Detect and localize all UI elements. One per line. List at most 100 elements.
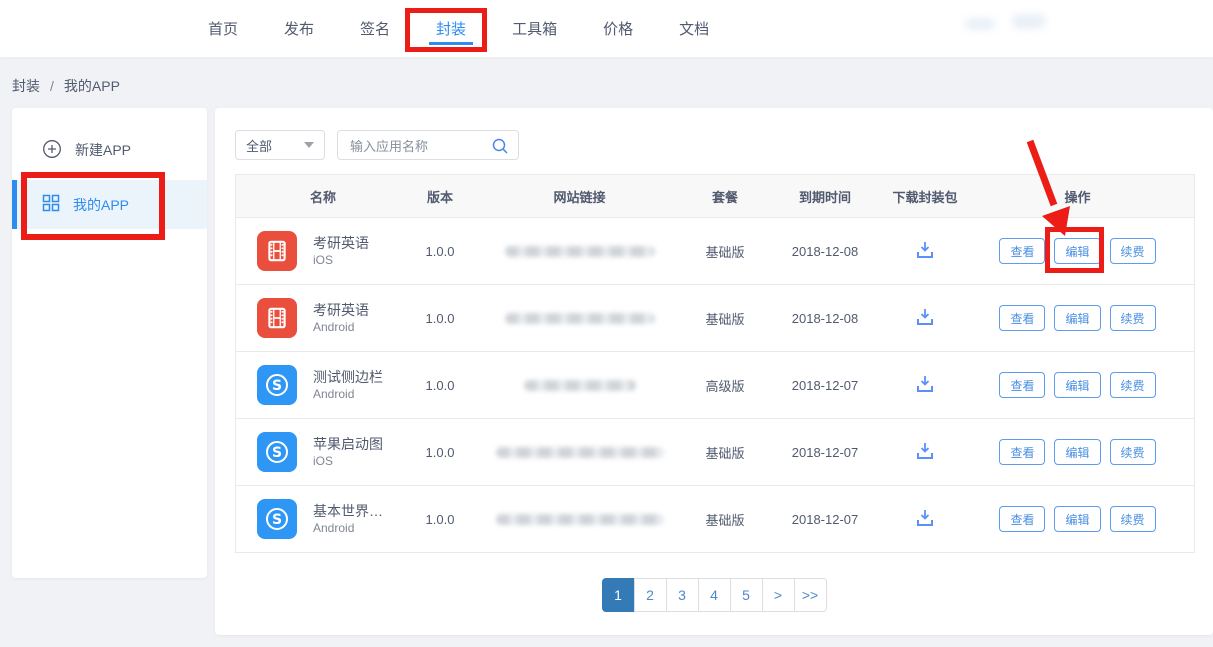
breadcrumb-section[interactable]: 封装 [12, 76, 40, 96]
app-platform: Android [313, 520, 383, 536]
table-row: S 苹果启动图 iOS 1.0.0 基础版 2018-12-07 查看 编辑 续… [236, 419, 1194, 486]
app-version: 1.0.0 [410, 244, 470, 259]
search-box [337, 130, 519, 160]
app-version: 1.0.0 [410, 311, 470, 326]
nav-tab-docs[interactable]: 文档 [679, 0, 709, 57]
app-name: 考研英语 [313, 301, 369, 319]
s-logo-icon: S [257, 499, 297, 539]
column-header: 操作 [961, 187, 1194, 206]
download-button[interactable] [913, 306, 937, 331]
breadcrumb: 封装 / 我的APP [12, 76, 120, 96]
download-button[interactable] [913, 373, 937, 398]
page-button-1[interactable]: 1 [602, 578, 635, 612]
svg-text:S: S [272, 445, 282, 461]
sidebar-item-label: 我的APP [73, 195, 129, 215]
view-button[interactable]: 查看 [999, 372, 1045, 398]
filter-dropdown[interactable]: 全部 [235, 130, 325, 160]
app-platform: iOS [313, 252, 369, 268]
app-platform: Android [313, 319, 369, 335]
blurred-user-info [965, 18, 995, 30]
app-version: 1.0.0 [410, 445, 470, 460]
grid-icon [42, 194, 60, 215]
column-header: 到期时间 [761, 187, 889, 206]
app-plan: 基础版 [689, 443, 761, 462]
app-name: 基本世界… [313, 502, 383, 520]
plus-circle-icon [42, 139, 62, 162]
app-expiry: 2018-12-07 [761, 445, 889, 460]
renew-button[interactable]: 续费 [1110, 506, 1156, 532]
renew-button[interactable]: 续费 [1110, 439, 1156, 465]
app-platform: Android [313, 386, 383, 402]
app-expiry: 2018-12-08 [761, 244, 889, 259]
table-row: 考研英语 iOS 1.0.0 基础版 2018-12-08 查看 编辑 续费 [236, 218, 1194, 285]
apps-table: 名称 版本 网站链接 套餐 到期时间 下载封装包 操作 [235, 174, 1195, 553]
column-header: 套餐 [689, 187, 761, 206]
table-row: S 基本世界… Android 1.0.0 基础版 2018-12-07 查看 … [236, 486, 1194, 552]
view-button[interactable]: 查看 [999, 439, 1045, 465]
nav-tabs: 首页 发布 签名 封装 工具箱 价格 文档 [208, 0, 709, 57]
app-expiry: 2018-12-07 [761, 512, 889, 527]
page-button-4[interactable]: 4 [698, 578, 731, 612]
sidebar-item-my-app[interactable]: 我的APP [12, 180, 207, 229]
column-header: 网站链接 [470, 187, 689, 206]
nav-tab-toolbox[interactable]: 工具箱 [512, 0, 557, 57]
app-plan: 高级版 [689, 376, 761, 395]
s-logo-icon: S [257, 365, 297, 405]
app-plan: 基础版 [689, 242, 761, 261]
edit-button[interactable]: 编辑 [1054, 305, 1100, 331]
app-plan: 基础版 [689, 510, 761, 529]
next-page-button[interactable]: > [762, 578, 795, 612]
renew-button[interactable]: 续费 [1110, 372, 1156, 398]
download-button[interactable] [913, 440, 937, 465]
view-button[interactable]: 查看 [999, 238, 1045, 264]
view-button[interactable]: 查看 [999, 305, 1045, 331]
table-row: S 测试侧边栏 Android 1.0.0 高级版 2018-12-07 查看 … [236, 352, 1194, 419]
svg-text:S: S [272, 378, 282, 394]
blurred-site-link [496, 447, 664, 458]
s-logo-icon: S [257, 432, 297, 472]
film-icon [257, 231, 297, 271]
app-platform: iOS [313, 453, 383, 469]
column-header: 版本 [410, 187, 470, 206]
search-icon[interactable] [490, 136, 510, 161]
column-header: 名称 [236, 187, 410, 206]
renew-button[interactable]: 续费 [1110, 305, 1156, 331]
app-name: 测试侧边栏 [313, 368, 383, 386]
renew-button[interactable]: 续费 [1110, 238, 1156, 264]
download-button[interactable] [913, 507, 937, 532]
nav-tab-sign[interactable]: 签名 [360, 0, 390, 57]
edit-button[interactable]: 编辑 [1054, 238, 1100, 264]
app-name: 苹果启动图 [313, 435, 383, 453]
app-version: 1.0.0 [410, 512, 470, 527]
nav-tab-home[interactable]: 首页 [208, 0, 238, 57]
breadcrumb-separator: / [50, 78, 54, 94]
sidebar: 新建APP 我的APP [12, 108, 207, 578]
table-row: 考研英语 Android 1.0.0 基础版 2018-12-08 查看 编辑 … [236, 285, 1194, 352]
page-button-5[interactable]: 5 [730, 578, 763, 612]
view-button[interactable]: 查看 [999, 506, 1045, 532]
search-input[interactable] [348, 131, 492, 161]
edit-button[interactable]: 编辑 [1054, 506, 1100, 532]
sidebar-item-label: 新建APP [75, 140, 131, 160]
app-name: 考研英语 [313, 234, 369, 252]
film-icon [257, 298, 297, 338]
edit-button[interactable]: 编辑 [1054, 372, 1100, 398]
blurred-site-link [524, 380, 636, 391]
last-page-button[interactable]: >> [794, 578, 827, 612]
top-navbar: 首页 发布 签名 封装 工具箱 价格 文档 [0, 0, 1213, 58]
svg-text:S: S [272, 512, 282, 528]
nav-tab-publish[interactable]: 发布 [284, 0, 314, 57]
page-button-3[interactable]: 3 [666, 578, 699, 612]
download-button[interactable] [913, 239, 937, 264]
page-button-2[interactable]: 2 [634, 578, 667, 612]
app-expiry: 2018-12-07 [761, 378, 889, 393]
main-panel: 全部 名称 版本 网站链接 套餐 到期时间 下载封装包 操作 [215, 108, 1213, 635]
blurred-user-info [1012, 14, 1046, 29]
app-version: 1.0.0 [410, 378, 470, 393]
nav-tab-price[interactable]: 价格 [603, 0, 633, 57]
pagination: 1 2 3 4 5 > >> [215, 578, 1213, 612]
edit-button[interactable]: 编辑 [1054, 439, 1100, 465]
breadcrumb-current: 我的APP [64, 76, 120, 96]
nav-tab-package[interactable]: 封装 [436, 0, 466, 57]
sidebar-item-new-app[interactable]: 新建APP [12, 130, 207, 170]
